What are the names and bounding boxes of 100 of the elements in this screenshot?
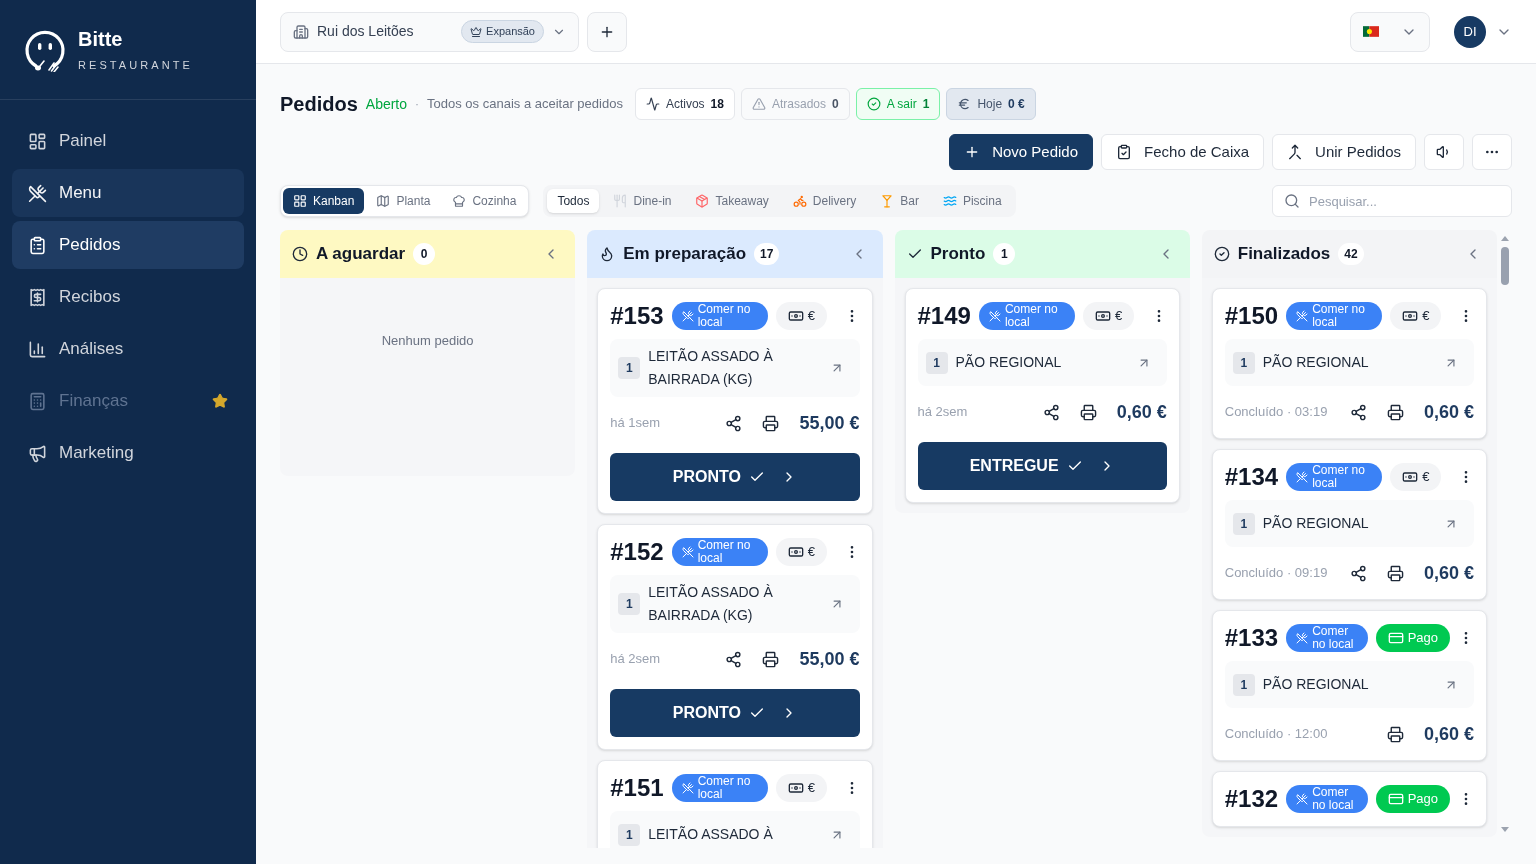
language-selector[interactable] (1350, 11, 1430, 52)
channel-tab[interactable]: Bar (870, 189, 929, 213)
item-quantity: 1 (1232, 351, 1255, 374)
view-tab[interactable]: Kanban (283, 188, 365, 214)
order-card[interactable]: #151 Comer no local € 1 LEITÃO ASSADO À (597, 760, 873, 848)
order-card[interactable]: #149 Comer no local € 1 PÃO REGIONAL há 2sem 0,60 € ENTREGUE (904, 288, 1180, 503)
page-title: Pedidos (280, 92, 358, 117)
banknote-icon (1094, 308, 1111, 324)
printer-icon[interactable] (1079, 403, 1097, 421)
scrollbar-thumb[interactable] (1500, 247, 1509, 285)
share-icon[interactable] (725, 414, 743, 432)
banknote-icon (1402, 469, 1419, 485)
item-quantity: 1 (1232, 512, 1255, 535)
utensils-icon (681, 782, 694, 794)
action-button[interactable]: Unir Pedidos (1272, 134, 1416, 170)
share-icon[interactable] (725, 650, 743, 668)
order-card[interactable]: #132 Comer no local Pago (1211, 771, 1487, 827)
stat-label: Hoje (977, 96, 1003, 113)
user-avatar[interactable]: DI (1454, 15, 1486, 48)
printer-icon[interactable] (1386, 403, 1404, 421)
order-item[interactable]: 1 PÃO REGIONAL (917, 339, 1167, 386)
merge-icon (1287, 144, 1304, 160)
stat-value: 18 (710, 96, 724, 113)
printer-icon[interactable] (762, 414, 780, 432)
order-time: Concluído · 12:00 (1224, 725, 1328, 744)
stat-value: 1 (922, 96, 930, 113)
printer-icon[interactable] (1386, 725, 1404, 743)
order-number: #133 (1224, 626, 1279, 650)
channel-tab[interactable]: Todos (547, 189, 600, 213)
column-title: Pronto (930, 243, 986, 266)
action-button[interactable]: Fecho de Caixa (1101, 134, 1265, 170)
view-tab[interactable]: Planta (366, 188, 441, 214)
warning-icon (751, 97, 766, 111)
status-button[interactable]: PRONTO (610, 453, 860, 501)
printer-icon[interactable] (762, 650, 780, 668)
action-button[interactable]: Novo Pedido (949, 134, 1094, 170)
order-number: #150 (1224, 304, 1279, 328)
payment-label: € (1422, 468, 1430, 487)
column-count: 1 (993, 243, 1016, 265)
channel-label: Comer no local (697, 539, 752, 565)
clipboard-check-icon (1116, 144, 1133, 160)
order-item[interactable]: 1 LEITÃO ASSADO À (610, 811, 860, 848)
column-title: A aguardar (316, 243, 406, 266)
order-item[interactable]: 1 PÃO REGIONAL (1224, 339, 1474, 386)
channel-label: Comer no local (1312, 625, 1355, 651)
sidebar-item[interactable]: Recibos (12, 273, 244, 321)
sidebar-item[interactable]: Pedidos (12, 221, 244, 269)
check-circle-icon (1213, 246, 1230, 262)
sidebar-item[interactable]: Análises (12, 325, 244, 373)
channel-label: Comer no local (1312, 786, 1355, 812)
item-quantity: 1 (1232, 673, 1255, 696)
grid-icon (293, 194, 307, 208)
order-item[interactable]: 1 PÃO REGIONAL (1224, 661, 1474, 708)
sound-button[interactable] (1424, 134, 1464, 170)
search-field[interactable]: Pesquisar... (1272, 185, 1512, 217)
sidebar-item[interactable]: Menu (12, 169, 244, 217)
channel-tab[interactable]: Piscina (932, 189, 1012, 213)
order-card[interactable]: #134 Comer no local € 1 PÃO REGIONAL Concluído · 09:19 0,60 € (1211, 449, 1487, 600)
order-item[interactable]: 1 LEITÃO ASSADO À BAIRRADA (KG) (610, 575, 860, 633)
euro-icon (957, 97, 972, 111)
store-selector[interactable]: Rui dos Leitões Expansão (280, 11, 579, 52)
order-card[interactable]: #150 Comer no local € 1 PÃO REGIONAL Concluído · 03:19 0,60 € (1211, 288, 1487, 439)
order-card[interactable]: #133 Comer no local Pago 1 PÃO REGIONAL Concluído · 12:00 0,60 € (1211, 610, 1487, 761)
megaphone-icon (28, 443, 47, 463)
order-item[interactable]: 1 LEITÃO ASSADO À BAIRRADA (KG) (610, 339, 860, 397)
order-card[interactable]: #153 Comer no local € 1 LEITÃO ASSADO À BAIRRADA (KG) há 1sem 55,00 € PRONTO (597, 288, 873, 514)
order-item[interactable]: 1 PÃO REGIONAL (1224, 500, 1474, 547)
column-count: 42 (1338, 243, 1364, 265)
stat-label: Atrasados (771, 96, 826, 113)
status-button[interactable]: ENTREGUE (917, 442, 1167, 490)
share-icon[interactable] (1349, 564, 1367, 582)
payment-label: € (807, 307, 815, 326)
printer-icon[interactable] (1386, 564, 1404, 582)
view-tab[interactable]: Cozinha (442, 188, 527, 214)
cocktail-icon (880, 194, 895, 208)
share-icon[interactable] (1349, 403, 1367, 421)
utensils-icon (988, 310, 1001, 322)
channel-tab[interactable]: Takeaway (685, 189, 779, 213)
sidebar-item[interactable]: Painel (12, 117, 244, 165)
waves-icon (942, 194, 957, 208)
order-card[interactable]: #152 Comer no local € 1 LEITÃO ASSADO À BAIRRADA (KG) há 2sem 55,00 € PRONTO (597, 524, 873, 750)
order-number: #134 (1224, 465, 1279, 489)
item-name: PÃO REGIONAL (955, 353, 1063, 372)
add-button[interactable] (587, 11, 627, 52)
item-quantity: 1 (618, 823, 641, 846)
payment-label: € (1422, 307, 1430, 326)
status-button[interactable]: PRONTO (610, 689, 860, 737)
sidebar-item[interactable]: Marketing (12, 429, 244, 477)
calculator-icon (28, 391, 47, 411)
clipboard-icon (28, 235, 47, 255)
order-total: 0,60 € (1423, 561, 1474, 585)
credit-card-icon (1387, 630, 1404, 646)
credit-card-icon (1387, 791, 1404, 807)
banknote-icon (787, 308, 804, 324)
order-number: #153 (610, 304, 664, 328)
channel-tab[interactable]: Dine-in (603, 189, 682, 213)
order-total: 0,60 € (1423, 400, 1474, 424)
channel-tab[interactable]: Delivery (782, 189, 867, 213)
channel-label: Comer no local (1312, 464, 1366, 490)
share-icon[interactable] (1042, 403, 1060, 421)
